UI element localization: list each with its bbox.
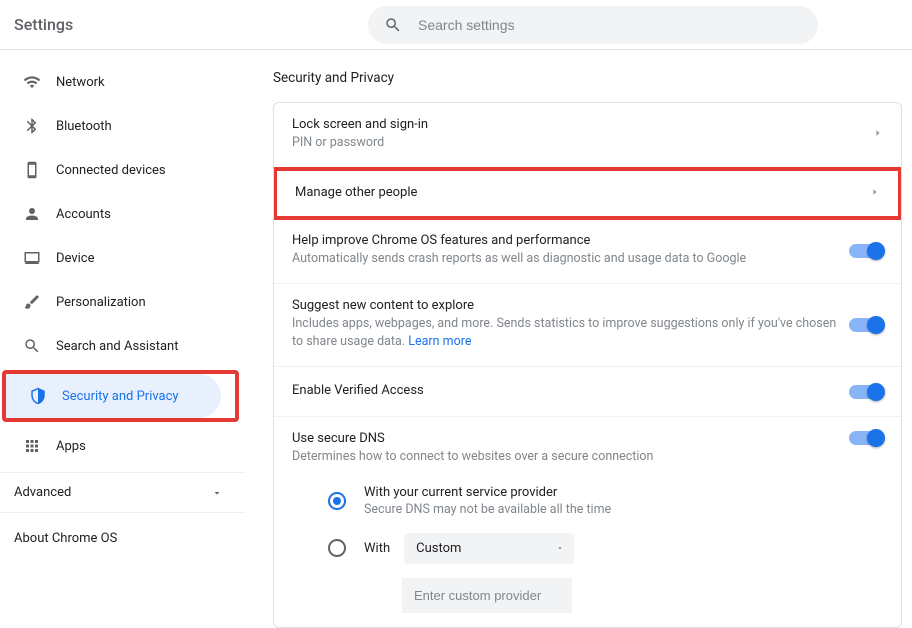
sidebar-item-label: Personalization	[56, 295, 146, 310]
sidebar-item-label: Security and Privacy	[62, 389, 179, 404]
about-label: About Chrome OS	[14, 531, 117, 546]
section-title: Security and Privacy	[273, 70, 902, 86]
person-icon	[22, 205, 42, 223]
advanced-toggle[interactable]: Advanced	[0, 472, 245, 513]
sidebar-item-label: Network	[56, 75, 105, 90]
apps-icon	[22, 437, 42, 455]
brush-icon	[22, 293, 42, 311]
row-lock-screen[interactable]: Lock screen and sign-in PIN or password	[274, 103, 901, 168]
toggle-secure-dns[interactable]	[849, 431, 883, 445]
sidebar-highlight: Security and Privacy	[2, 370, 239, 422]
row-title: Help improve Chrome OS features and perf…	[292, 233, 849, 248]
radio-icon[interactable]	[328, 492, 346, 510]
row-title: Lock screen and sign-in	[292, 117, 873, 132]
row-help-improve: Help improve Chrome OS features and perf…	[274, 219, 901, 284]
row-sub: Includes apps, webpages, and more. Sends…	[292, 315, 849, 353]
settings-card: Lock screen and sign-in PIN or password …	[273, 102, 902, 628]
sidebar-item-search-assistant[interactable]: Search and Assistant	[0, 324, 231, 368]
dns-option-current-provider[interactable]: With your current service provider Secur…	[292, 477, 883, 525]
row-title: Manage other people	[295, 185, 870, 200]
sidebar-item-label: Search and Assistant	[56, 339, 179, 354]
sidebar-item-label: Apps	[56, 439, 86, 454]
row-manage-other-people[interactable]: Manage other people	[273, 167, 902, 220]
phone-icon	[22, 161, 42, 179]
row-title: Enable Verified Access	[292, 383, 849, 398]
bluetooth-icon	[22, 117, 42, 135]
sidebar-item-label: Device	[56, 251, 95, 266]
learn-more-link[interactable]: Learn more	[408, 334, 471, 349]
toggle-help-improve[interactable]	[849, 244, 883, 258]
sidebar-item-network[interactable]: Network	[0, 60, 231, 104]
row-title: Use secure DNS	[292, 431, 849, 446]
chevron-right-icon	[873, 127, 883, 142]
row-sub: Determines how to connect to websites ov…	[292, 448, 849, 467]
toggle-suggest-content[interactable]	[849, 318, 883, 332]
chevron-right-icon	[870, 186, 880, 201]
sidebar-item-apps[interactable]: Apps	[0, 424, 231, 468]
page-title: Settings	[14, 15, 73, 34]
dns-provider-select[interactable]: Custom	[404, 533, 574, 564]
sidebar-item-security-privacy[interactable]: Security and Privacy	[6, 374, 221, 418]
search-icon	[22, 337, 42, 355]
sidebar-item-bluetooth[interactable]: Bluetooth	[0, 104, 231, 148]
row-sub: PIN or password	[292, 134, 873, 153]
radio-sub: Secure DNS may not be available all the …	[364, 502, 611, 517]
sidebar-item-device[interactable]: Device	[0, 236, 231, 280]
sidebar-item-personalization[interactable]: Personalization	[0, 280, 231, 324]
sidebar-item-label: Accounts	[56, 207, 111, 222]
row-verified-access: Enable Verified Access	[274, 367, 901, 417]
row-suggest-content: Suggest new content to explore Includes …	[274, 284, 901, 368]
search-box[interactable]	[368, 6, 818, 44]
radio-label: With your current service provider	[364, 485, 611, 500]
header: Settings	[0, 0, 912, 50]
laptop-icon	[22, 249, 42, 267]
shield-icon	[28, 387, 48, 405]
toggle-verified-access[interactable]	[849, 385, 883, 399]
select-value: Custom	[416, 541, 461, 556]
row-title: Suggest new content to explore	[292, 298, 849, 313]
row-sub: Automatically sends crash reports as wel…	[292, 250, 849, 269]
sidebar-item-label: Bluetooth	[56, 119, 112, 134]
radio-label: With	[364, 541, 390, 556]
main-content: Security and Privacy Lock screen and sig…	[245, 50, 912, 628]
sidebar-item-accounts[interactable]: Accounts	[0, 192, 231, 236]
sidebar-item-connected-devices[interactable]: Connected devices	[0, 148, 231, 192]
sidebar-item-label: Connected devices	[56, 163, 166, 178]
wifi-icon	[22, 73, 42, 91]
search-icon	[384, 16, 402, 34]
dns-custom-input[interactable]	[402, 578, 572, 613]
about-chrome-os[interactable]: About Chrome OS	[0, 513, 245, 564]
chevron-down-icon	[556, 541, 564, 556]
row-secure-dns: Use secure DNS Determines how to connect…	[274, 417, 901, 627]
search-input[interactable]	[416, 16, 802, 34]
advanced-label: Advanced	[14, 485, 71, 500]
radio-icon[interactable]	[328, 539, 346, 557]
sidebar: Network Bluetooth Connected devices Acco…	[0, 50, 245, 628]
dns-option-custom[interactable]: With Custom	[292, 525, 883, 572]
chevron-down-icon	[211, 487, 223, 499]
